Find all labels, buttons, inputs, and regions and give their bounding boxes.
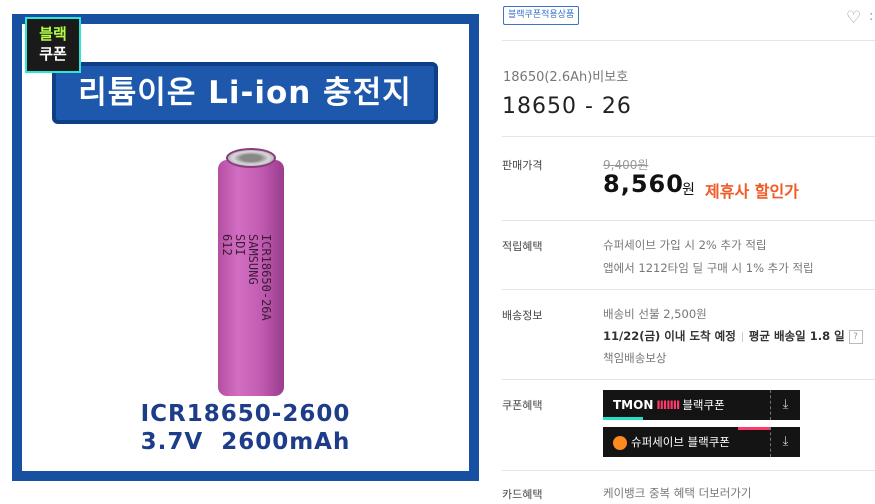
tmon-black-coupon-button[interactable]: TMON IIIIIII 블랙쿠폰 ⤓ [603,390,800,420]
product-name: 18650 - 26 [502,94,632,119]
download-icon[interactable]: ⤓ [770,390,800,420]
image-spec-model: ICR18650-2600 [140,401,351,427]
separator [741,331,743,342]
product-subtitle: 18650(2.6Ah)비보호 [503,70,629,85]
more-icon[interactable]: : [869,8,873,26]
download-icon[interactable]: ⤓ [770,427,800,457]
battery-print: ICR18650-26A SAMSUNG SDI 612 [220,234,273,374]
divider [502,220,875,221]
heart-outline-icon[interactable]: ♡ [846,10,865,27]
shipping-eta: 11/22(금) 이내 도착 예정 평균 배송일 1.8 일? [603,328,863,344]
divider [502,379,875,380]
supersave-icon [613,435,627,450]
tmon-coupon-text: TMON IIIIIII 블랙쿠폰 [613,390,725,420]
arrival-date: 11/22(금) 이내 도착 예정 [603,329,736,343]
price-label: 판매가격 [502,159,543,172]
battery-print-line: 612 [220,234,234,256]
image-title-banner: 리튬이온 Li-ion 충전지 [52,62,438,124]
price-currency: 원 [682,182,695,198]
tmon-coupon-label: 블랙쿠폰 [682,398,725,412]
delivery-guarantee[interactable]: 책임배송보상 [603,350,666,366]
accent-bar [738,427,770,430]
sale-price: 8,560 [603,170,684,198]
battery-illustration: ICR18650-26A SAMSUNG SDI 612 [218,148,284,398]
product-image-canvas: 리튬이온 Li-ion 충전지 ICR18650-26A SAMSUNG SDI… [22,24,469,471]
discount-label: 제휴사 할인가 [705,182,799,201]
tmon-stripe: IIIIIII [656,398,680,412]
shipping-label: 배송정보 [502,309,543,322]
card-label: 카드혜택 [502,488,543,501]
points-line1: 슈퍼세이브 가입 시 2% 추가 적립 [603,238,767,252]
product-image[interactable]: 리튬이온 Li-ion 충전지 ICR18650-26A SAMSUNG SDI… [12,14,479,481]
average-delivery: 평균 배송일 1.8 일 [748,329,845,343]
points-line2: 앱에서 1212타임 딜 구매 시 1% 추가 적립 [603,261,814,275]
supersave-coupon-label: 슈퍼세이브 블랙쿠폰 [631,435,730,449]
supersave-black-coupon-button[interactable]: 슈퍼세이브 블랙쿠폰 ⤓ [603,427,800,457]
divider [502,470,875,471]
card-benefit-link[interactable]: 케이뱅크 중복 혜택 더보러가기 [603,485,752,501]
black-coupon-tag: 블랙쿠폰적용상품 [503,6,580,25]
badge-line2: 쿠폰 [39,45,67,63]
image-spec-capacity: 3.7V 2600mAh [140,429,351,455]
divider [502,40,875,41]
supersave-coupon-text: 슈퍼세이브 블랙쿠폰 [613,427,730,457]
help-icon[interactable]: ? [848,329,863,344]
coupon-label: 쿠폰혜택 [502,399,543,412]
tmon-logo: TMON [613,398,654,412]
battery-cap [226,148,276,168]
divider [502,289,875,290]
battery-print-line: SAMSUNG [246,234,260,285]
product-info: 블랙쿠폰적용상품 ♡ : 18650(2.6Ah)비보호 18650 - 26 … [502,0,875,504]
battery-print-line: ICR18650-26A [259,234,273,321]
shipping-fee: 배송비 선불 2,500원 [603,307,707,321]
badge-line1: 블랙 [39,25,67,43]
tag-row: 블랙쿠폰적용상품 ♡ : [502,6,875,30]
points-label: 적립혜택 [502,240,543,253]
black-coupon-badge: 블랙 쿠폰 [25,17,81,73]
battery-print-line: SDI [233,234,247,256]
divider [502,136,875,137]
